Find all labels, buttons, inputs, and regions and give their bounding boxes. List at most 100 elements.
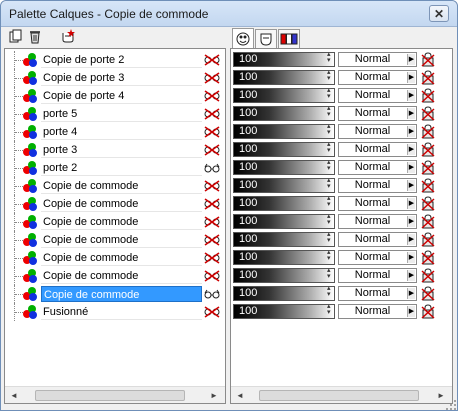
layer-name[interactable]: Copie de commode [41, 250, 202, 266]
blend-mode-select[interactable]: Normal ▶ [338, 286, 417, 301]
unlocked-lock-icon[interactable] [421, 304, 435, 319]
hidden-eye-icon[interactable] [204, 72, 220, 84]
blend-mode-select[interactable]: Normal ▶ [338, 178, 417, 193]
opacity-spinner[interactable]: ▴ ▾ [327, 195, 335, 209]
blend-mode-select[interactable]: Normal ▶ [338, 52, 417, 67]
new-layer-icon[interactable] [61, 29, 75, 44]
unlocked-lock-icon[interactable] [421, 268, 435, 283]
unlocked-lock-icon[interactable] [421, 196, 435, 211]
opacity-slider[interactable]: 100 [233, 106, 335, 121]
blend-mode-select[interactable]: Normal ▶ [338, 268, 417, 283]
dropdown-arrow-icon[interactable]: ▶ [407, 144, 415, 155]
layer-name[interactable]: Copie de commode [41, 286, 202, 302]
unlocked-lock-icon[interactable] [421, 106, 435, 121]
opacity-spinner[interactable]: ▴ ▾ [327, 159, 335, 173]
opacity-slider[interactable]: 100 [233, 268, 335, 283]
layer-name[interactable]: Copie de porte 2 [41, 52, 202, 68]
hidden-eye-icon[interactable] [204, 234, 220, 246]
dropdown-arrow-icon[interactable]: ▶ [407, 162, 415, 173]
hidden-eye-icon[interactable] [204, 180, 220, 192]
hidden-eye-icon[interactable] [204, 126, 220, 138]
hidden-eye-icon[interactable] [204, 90, 220, 102]
dropdown-arrow-icon[interactable]: ▶ [407, 72, 415, 83]
blend-mode-select[interactable]: Normal ▶ [338, 214, 417, 229]
close-button[interactable]: ✕ [429, 5, 449, 22]
opacity-spinner[interactable]: ▴ ▾ [327, 249, 335, 263]
layer-row[interactable]: Copie de porte 4 [5, 87, 225, 105]
blend-mode-select[interactable]: Normal ▶ [338, 196, 417, 211]
duplicate-icon[interactable] [9, 29, 23, 44]
unlocked-lock-icon[interactable] [421, 142, 435, 157]
opacity-slider[interactable]: 100 [233, 88, 335, 103]
opacity-spinner[interactable]: ▴ ▾ [327, 231, 335, 245]
blend-mode-select[interactable]: Normal ▶ [338, 142, 417, 157]
dropdown-arrow-icon[interactable]: ▶ [407, 234, 415, 245]
blend-mode-select[interactable]: Normal ▶ [338, 160, 417, 175]
layer-properties-list[interactable]: ◄ ► 100 ▴ ▾ Normal ▶ 100 ▴ ▾ Normal ▶ 100 ▴ ▾ Normal ▶… [230, 48, 453, 404]
hidden-eye-icon[interactable] [204, 252, 220, 264]
scroll-thumb[interactable] [259, 390, 419, 401]
layer-row[interactable]: porte 5 [5, 105, 225, 123]
unlocked-lock-icon[interactable] [421, 178, 435, 193]
layer-name[interactable]: Copie de commode [41, 196, 202, 212]
layer-row[interactable]: Copie de commode [5, 249, 225, 267]
hidden-eye-icon[interactable] [204, 306, 220, 318]
opacity-slider[interactable]: 100 [233, 178, 335, 193]
hidden-eye-icon[interactable] [204, 270, 220, 282]
unlocked-lock-icon[interactable] [421, 52, 435, 67]
opacity-slider[interactable]: 100 [233, 160, 335, 175]
unlocked-lock-icon[interactable] [421, 286, 435, 301]
unlocked-lock-icon[interactable] [421, 70, 435, 85]
opacity-spinner[interactable]: ▴ ▾ [327, 141, 335, 155]
blend-mode-select[interactable]: Normal ▶ [338, 304, 417, 319]
opacity-spinner[interactable]: ▴ ▾ [327, 177, 335, 191]
dropdown-arrow-icon[interactable]: ▶ [407, 198, 415, 209]
opacity-spinner[interactable]: ▴ ▾ [327, 303, 335, 317]
unlocked-lock-icon[interactable] [421, 160, 435, 175]
dropdown-arrow-icon[interactable]: ▶ [407, 252, 415, 263]
layer-name[interactable]: porte 5 [41, 106, 202, 122]
dropdown-arrow-icon[interactable]: ▶ [407, 90, 415, 101]
opacity-spinner[interactable]: ▴ ▾ [327, 285, 335, 299]
dropdown-arrow-icon[interactable]: ▶ [407, 108, 415, 119]
layer-name[interactable]: Copie de commode [41, 268, 202, 284]
opacity-slider[interactable]: 100 [233, 304, 335, 319]
visible-eye-icon[interactable] [204, 162, 220, 174]
scroll-left-arrow[interactable]: ◄ [233, 389, 247, 402]
scroll-thumb[interactable] [35, 390, 185, 401]
dropdown-arrow-icon[interactable]: ▶ [407, 288, 415, 299]
opacity-slider[interactable]: 100 [233, 286, 335, 301]
opacity-spinner[interactable]: ▴ ▾ [327, 69, 335, 83]
dropdown-arrow-icon[interactable]: ▶ [407, 180, 415, 191]
blend-mode-select[interactable]: Normal ▶ [338, 232, 417, 247]
blend-mode-select[interactable]: Normal ▶ [338, 250, 417, 265]
unlocked-lock-icon[interactable] [421, 124, 435, 139]
hidden-eye-icon[interactable] [204, 54, 220, 66]
opacity-slider[interactable]: 100 [233, 196, 335, 211]
dropdown-arrow-icon[interactable]: ▶ [407, 216, 415, 227]
opacity-slider[interactable]: 100 [233, 142, 335, 157]
opacity-spinner[interactable]: ▴ ▾ [327, 51, 335, 65]
hidden-eye-icon[interactable] [204, 216, 220, 228]
hidden-eye-icon[interactable] [204, 108, 220, 120]
dropdown-arrow-icon[interactable]: ▶ [407, 306, 415, 317]
opacity-slider[interactable]: 100 [233, 214, 335, 229]
layer-row[interactable]: Copie de commode [5, 267, 225, 285]
opacity-spinner[interactable]: ▴ ▾ [327, 267, 335, 281]
layer-name[interactable]: Copie de commode [41, 214, 202, 230]
blend-mode-select[interactable]: Normal ▶ [338, 124, 417, 139]
scroll-right-arrow[interactable]: ► [207, 389, 221, 402]
opacity-slider[interactable]: 100 [233, 250, 335, 265]
opacity-slider[interactable]: 100 [233, 70, 335, 85]
layer-row[interactable]: porte 2 [5, 159, 225, 177]
layer-row[interactable]: Copie de commode [5, 177, 225, 195]
opacity-spinner[interactable]: ▴ ▾ [327, 105, 335, 119]
layer-list-hscrollbar[interactable]: ◄ ► [5, 386, 225, 403]
blend-mode-select[interactable]: Normal ▶ [338, 88, 417, 103]
layer-name[interactable]: porte 4 [41, 124, 202, 140]
dropdown-arrow-icon[interactable]: ▶ [407, 126, 415, 137]
dropdown-arrow-icon[interactable]: ▶ [407, 270, 415, 281]
opacity-slider[interactable]: 100 [233, 232, 335, 247]
title-bar[interactable]: Palette Calques - Copie de commode ✕ [1, 1, 457, 27]
hidden-eye-icon[interactable] [204, 198, 220, 210]
